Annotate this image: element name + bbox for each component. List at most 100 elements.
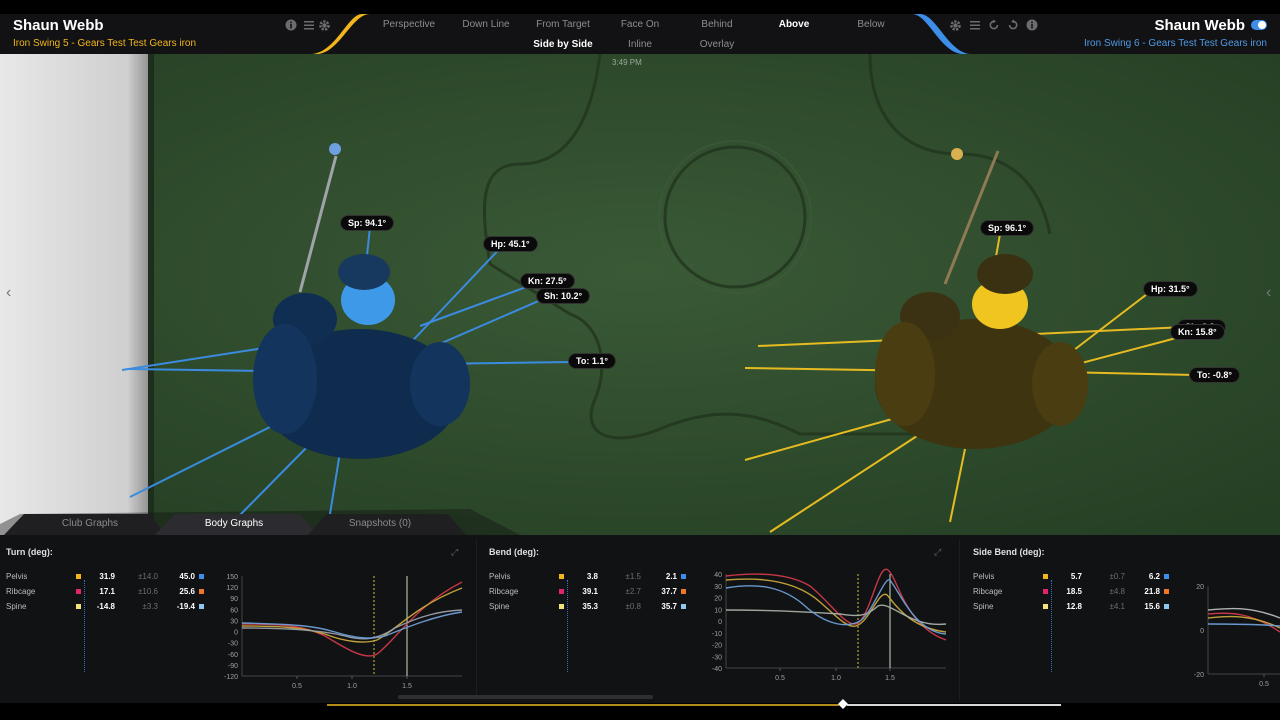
blue-swatch <box>199 574 204 579</box>
spine-swatch <box>1043 604 1048 609</box>
row-label: Spine <box>489 602 510 611</box>
y-tick-label: 0 <box>1200 628 1204 635</box>
right-value: 37.7 <box>661 587 677 596</box>
pelvis-swatch <box>76 574 81 579</box>
divider <box>476 540 477 700</box>
right-value: 6.2 <box>1148 572 1160 581</box>
view-face-on[interactable]: Face On <box>600 19 680 30</box>
y-tick-label: -30 <box>712 654 722 661</box>
light-blue-swatch <box>681 604 686 609</box>
left-swing-name[interactable]: Iron Swing 5 - Gears Test Test Gears iro… <box>13 38 196 49</box>
left-value: 35.3 <box>582 602 598 611</box>
y-tick-label: -30 <box>228 641 238 648</box>
deviation-value: ±1.5 <box>625 572 641 581</box>
pelvis-swatch <box>1043 574 1048 579</box>
undo-icon[interactable] <box>987 19 1000 32</box>
swing-viewport[interactable]: 3:49 PM Sp: 94.1° Hp: 45.1° Kn: 27.5° Sh: 1… <box>0 54 1280 535</box>
orange-swatch <box>199 589 204 594</box>
right-user-name: Shaun Webb <box>1154 17 1245 34</box>
scrubber-handle-icon[interactable] <box>838 699 848 709</box>
scene-graphics <box>0 54 1280 535</box>
previous-arrow-icon[interactable]: ‹ <box>6 284 11 302</box>
pelvis-swatch <box>559 574 564 579</box>
deviation-value: ±10.6 <box>138 587 158 596</box>
right-value: 15.6 <box>1144 602 1160 611</box>
curve-ribcage <box>1207 612 1280 633</box>
graphs-panel <box>0 535 1280 720</box>
view-down-line[interactable]: Down Line <box>446 19 526 30</box>
view-below[interactable]: Below <box>831 19 911 30</box>
info-icon[interactable] <box>284 19 297 32</box>
next-arrow-icon[interactable]: ‹ <box>1266 284 1271 302</box>
ribcage-swatch <box>559 589 564 594</box>
mode-side-by-side[interactable]: Side by Side <box>523 39 603 50</box>
light-blue-swatch <box>199 604 204 609</box>
y-tick-label: 0 <box>234 630 238 637</box>
divider <box>959 540 960 700</box>
view-above[interactable]: Above <box>754 19 834 30</box>
deviation-value: ±3.3 <box>142 602 158 611</box>
light-blue-swatch <box>1164 604 1169 609</box>
y-tick-label: -60 <box>228 652 238 659</box>
side-bend-chart[interactable]: 20 0 -20 0.5 <box>1170 566 1280 696</box>
left-value: 18.5 <box>1066 587 1082 596</box>
right-swing-name[interactable]: Iron Swing 6 - Gears Test Test Gears iro… <box>1084 38 1267 49</box>
expand-icon[interactable]: ⤢ <box>451 547 458 558</box>
left-user-name: Shaun Webb <box>13 17 104 34</box>
y-tick-label: -90 <box>228 663 238 670</box>
curve-pelvis <box>1207 615 1280 629</box>
view-behind[interactable]: Behind <box>677 19 757 30</box>
mode-inline[interactable]: Inline <box>600 39 680 50</box>
horizontal-scrollbar[interactable] <box>398 695 653 699</box>
deviation-value: ±0.7 <box>1109 572 1125 581</box>
row-label: Spine <box>973 602 994 611</box>
gear-icon[interactable] <box>318 19 331 32</box>
spine-swatch <box>76 604 81 609</box>
left-label-kn: Kn: 27.5° <box>520 273 575 289</box>
ribcage-swatch <box>1043 589 1048 594</box>
graph-title: Bend (deg): <box>489 547 539 557</box>
info-icon[interactable] <box>1025 19 1038 32</box>
right-value: -19.4 <box>176 602 195 611</box>
y-tick-label: 60 <box>230 607 238 614</box>
bend-chart[interactable]: 40 30 20 10 0 -10 -20 -30 -40 0.5 1.0 1.5 <box>690 566 955 696</box>
view-perspective[interactable]: Perspective <box>369 19 449 30</box>
y-tick-label: -40 <box>712 666 722 673</box>
timeline-right-track <box>847 704 1061 706</box>
expand-icon[interactable]: ⤢ <box>934 547 941 558</box>
row-label: Ribcage <box>6 587 36 596</box>
tab-snapshots[interactable]: Snapshots (0) <box>320 513 440 535</box>
redo-icon[interactable] <box>1006 19 1019 32</box>
y-tick-label: 150 <box>226 574 238 581</box>
compare-toggle[interactable] <box>1251 20 1267 30</box>
list-icon[interactable] <box>302 19 315 32</box>
tab-club-graphs[interactable]: Club Graphs <box>30 513 150 535</box>
spine-swatch <box>559 604 564 609</box>
view-from-target[interactable]: From Target <box>523 19 603 30</box>
left-label-sp: Sp: 94.1° <box>340 215 395 231</box>
row-label: Ribcage <box>489 587 519 596</box>
right-value: 2.1 <box>665 572 677 581</box>
list-icon[interactable] <box>968 19 981 32</box>
x-tick-label: 1.5 <box>402 683 412 690</box>
y-tick-label: 20 <box>1196 584 1204 591</box>
left-value: -14.8 <box>96 602 115 611</box>
graph-title: Turn (deg): <box>6 547 53 557</box>
gear-icon[interactable] <box>949 19 962 32</box>
deviation-value: ±2.7 <box>625 587 641 596</box>
y-tick-label: 30 <box>714 584 722 591</box>
left-value: 5.7 <box>1070 572 1082 581</box>
turn-chart[interactable]: 150 120 90 60 30 0 -30 -60 -90 -120 0.5 1.0 1.5 <box>205 566 470 696</box>
right-user-info: Shaun Webb Iron Swing 6 - Gears Test Tes… <box>1084 17 1267 49</box>
timeline-scrubber[interactable] <box>0 699 1280 720</box>
y-tick-label: 20 <box>714 596 722 603</box>
row-label: Pelvis <box>489 572 511 581</box>
blue-swatch <box>1164 574 1169 579</box>
mode-overlay[interactable]: Overlay <box>677 39 757 50</box>
left-value: 12.8 <box>1066 602 1082 611</box>
right-value: 35.7 <box>661 602 677 611</box>
blue-swatch <box>681 574 686 579</box>
y-tick-label: -20 <box>712 643 722 650</box>
tab-body-graphs[interactable]: Body Graphs <box>174 513 294 535</box>
y-tick-label: 30 <box>230 618 238 625</box>
